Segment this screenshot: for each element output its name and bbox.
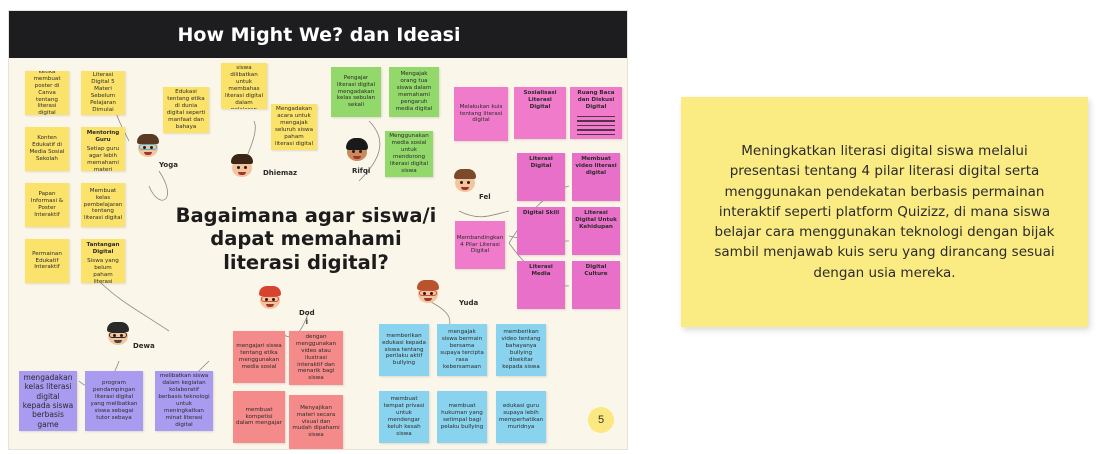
note-konten-edukatif[interactable]: Konten Edukatif di Media Sosial Sekolah (25, 127, 69, 171)
note-etika-media-sosial[interactable]: mengajari siswa tentang etika menggunaka… (233, 331, 285, 383)
note-papan-informasi[interactable]: Papan Informasi & Poster Interaktif (25, 183, 69, 227)
note-mentoring-guru[interactable]: Mentoring Guru Setiap guru agar lebih mem… (81, 127, 125, 171)
name-yuda: Yuda (459, 299, 479, 307)
name-yoga: Yoga (159, 161, 178, 169)
name-rifqi: Rifqi (352, 167, 371, 175)
text-lines-decoration (573, 113, 619, 139)
note-pengajar-literasi[interactable]: Pengajar literasi digital mengadakan kel… (331, 67, 381, 117)
note-video-literasi[interactable]: Membuat video literasi digital (572, 153, 620, 201)
note-digital-skill[interactable]: Digital Skill (517, 207, 565, 255)
note-video-ilustrasi[interactable]: dengan menggunakan video atau ilustrasi … (289, 331, 343, 385)
note-tempat-privasi[interactable]: membuat tempat privasi untuk mendengar k… (379, 391, 429, 443)
note-edukasi-guru[interactable]: edukasi guru supaya lebih memperhatikan … (496, 391, 546, 443)
note-membandingkan-pilar[interactable]: Membandingkan 4 Pilar Literasi Digital (455, 221, 505, 269)
note-membuat-kelas[interactable]: Membuat kelas pembelajaran tentang liter… (81, 183, 125, 227)
note-literasi-media[interactable]: Literasi Media (517, 261, 565, 309)
name-dhiemaz: Dhiemaz (263, 169, 298, 177)
note-guru-siswa-dilibatkan[interactable]: Guru dan siswa dilibatkan untuk membahas… (221, 63, 267, 109)
note-materi-visual[interactable]: Menyajikan materi secara visual dan muda… (289, 395, 343, 449)
name-fel: Fel (479, 193, 491, 201)
avatar-dewa (105, 321, 133, 349)
central-question: Bagaimana agar siswa/i dapat memahami li… (175, 204, 437, 274)
note-video-bullying[interactable]: memberikan video tentang bahayanya bully… (496, 324, 546, 376)
avatar-fel (452, 168, 480, 196)
ideation-board: How Might We? dan Ideasi ketika membuat … (8, 10, 628, 450)
note-ruang-baca[interactable]: Ruang Baca dan Diskusi Digital (570, 87, 622, 139)
note-tantangan-digital[interactable]: Tantangan Digital Siswa yang belum paham … (81, 239, 125, 283)
avatar-yuda (415, 279, 443, 307)
note-kegiatan-kolaboratif[interactable]: melibatkan siswa dalam kegiatan kolabora… (155, 371, 213, 431)
note-kelas-berbasis-game[interactable]: mengadakan kelas literasi digital kepada… (19, 371, 77, 431)
note-hukuman-setimpal[interactable]: membuat hukuman yang setimpal bagi pelak… (437, 391, 487, 443)
page-number: 5 (588, 407, 614, 433)
avatar-dhiemaz (229, 153, 257, 181)
note-mengadakan-acara[interactable]: Mengadakan acara untuk mengajak seluruh … (271, 104, 317, 150)
avatar-rifqi (344, 137, 372, 165)
note-media-sosial-siswa[interactable]: Menggunakan media sosial untuk mendorong… (385, 131, 433, 177)
note-permainan-edukatif[interactable]: Permainan Edukatif Interaktif (25, 239, 69, 283)
avatar-dodi (257, 285, 285, 313)
slide-page: How Might We? dan Ideasi ketika membuat … (0, 0, 1096, 454)
note-bermain-bersama[interactable]: mengajak siswa bermain bersama supaya te… (437, 324, 487, 376)
summary-sticky-note[interactable]: Meningkatkan literasi digital siswa mela… (681, 97, 1088, 327)
avatar-yoga (135, 133, 163, 161)
note-digital-culture[interactable]: Digital Culture (572, 261, 620, 309)
note-canva-poster[interactable]: ketika membuat poster di Canva tentang l… (25, 71, 69, 115)
note-edukasi-etika[interactable]: Edukasi tentang etika di dunia digital s… (163, 87, 209, 133)
summary-text: Meningkatkan literasi digital siswa mela… (714, 143, 1055, 281)
note-kompetisi[interactable]: membuat kompetisi dalam mengajar (233, 391, 285, 443)
note-literasi-digital[interactable]: Literasi Digital (517, 153, 565, 201)
note-literasi-5-materi[interactable]: Literasi Digital 5 Materi Sebelum Pelaja… (81, 71, 125, 115)
note-kuis-literasi[interactable]: Melakukan kuis tentang literasi digital (454, 87, 508, 141)
note-sosialisasi[interactable]: Sosialisasi Literasi Digital (514, 87, 566, 139)
note-program-pendampingan[interactable]: program pendampingan literasi digital ya… (85, 371, 143, 431)
note-orang-tua[interactable]: Mengajak orang tua siswa dalam memahami … (389, 67, 439, 117)
name-dewa: Dewa (133, 342, 155, 350)
note-perilaku-bullying[interactable]: memberikan edukasi kepada siswa tentang … (379, 324, 429, 376)
note-kehidupan[interactable]: Literasi Digital Untuk Kehidupan (572, 207, 620, 255)
name-dodi: Dod i (299, 309, 315, 327)
